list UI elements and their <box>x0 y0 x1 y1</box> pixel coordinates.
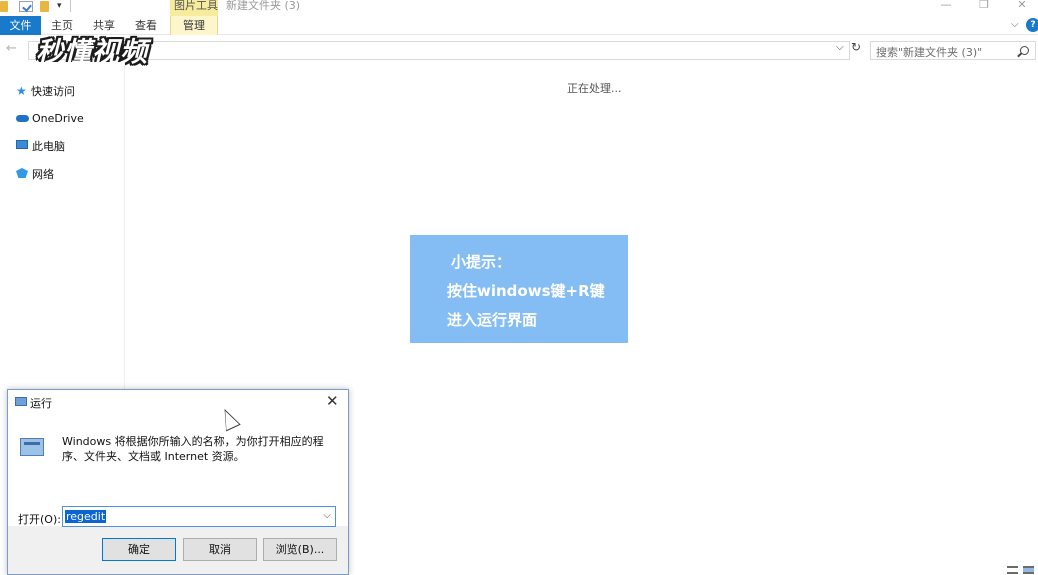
help-icon[interactable]: ? <box>1026 18 1038 32</box>
new-folder-icon[interactable] <box>40 1 49 12</box>
cloud-icon <box>16 115 29 122</box>
run-icon <box>20 438 44 456</box>
run-dialog-titlebar: 运行 ✕ <box>8 390 348 416</box>
tab-manage[interactable]: 管理 <box>170 16 218 35</box>
tip-line: 进入运行界面 <box>447 311 538 329</box>
tip-box: 小提示： 按住windows键+R键 进入运行界面 <box>410 235 628 343</box>
minimize-icon[interactable]: — <box>926 0 966 14</box>
search-icon[interactable] <box>1020 46 1029 55</box>
nav-item-label: 此电脑 <box>32 140 65 153</box>
ok-button[interactable]: 确定 <box>102 538 176 561</box>
browse-button[interactable]: 浏览(B)... <box>263 538 337 561</box>
address-bar[interactable] <box>28 41 850 60</box>
processing-status: 正在处理... <box>567 82 622 95</box>
run-dialog-title: 运行 <box>30 397 52 410</box>
screen: ▾ 图片工具 新建文件夹 (3) — ❐ ✕ 文件 主页 共享 查看 管理 ⌵ … <box>0 0 1038 575</box>
refresh-icon[interactable]: ↻ <box>851 40 861 54</box>
address-row: ← ⌵ ↻ 搜索"新建文件夹 (3)" <box>0 36 1038 62</box>
open-input-value: regedit <box>65 510 107 523</box>
tip-line: 按住windows键+R键 <box>447 282 605 300</box>
open-label: 打开(O): <box>18 513 61 526</box>
explorer-titlebar: ▾ 图片工具 新建文件夹 (3) — ❐ ✕ <box>0 0 1038 16</box>
nav-item-this-pc[interactable]: 此电脑 <box>16 137 65 155</box>
tip-heading: 小提示： <box>451 253 512 271</box>
picture-tools-label: 图片工具 <box>170 0 218 16</box>
nav-item-quick-access[interactable]: ★ 快速访问 <box>16 82 75 100</box>
nav-item-label: 网络 <box>32 168 54 181</box>
star-icon: ★ <box>16 84 27 98</box>
properties-check-icon[interactable] <box>19 1 33 12</box>
cancel-button[interactable]: 取消 <box>183 538 257 561</box>
ribbon-expand-chevron-icon[interactable]: ⌵ <box>1011 19 1019 30</box>
search-placeholder: 搜索"新建文件夹 (3)" <box>876 46 983 59</box>
computer-icon <box>16 140 28 149</box>
large-icons-view-icon[interactable] <box>1023 566 1034 574</box>
divider <box>70 0 71 12</box>
search-input[interactable]: 搜索"新建文件夹 (3)" <box>870 41 1036 60</box>
nav-item-label: 快速访问 <box>31 85 75 98</box>
restore-icon[interactable]: ❐ <box>964 0 1004 14</box>
nav-item-onedrive[interactable]: OneDrive <box>16 109 84 127</box>
quick-access-dropdown-icon[interactable]: ▾ <box>57 1 62 11</box>
ribbon-tabs: 文件 主页 共享 查看 管理 ⌵ ? <box>0 16 1038 35</box>
chevron-down-icon[interactable]: ⌵ <box>323 510 331 521</box>
details-view-icon[interactable] <box>1007 566 1018 574</box>
nav-item-network[interactable]: 网络 <box>16 165 54 183</box>
window-title: 新建文件夹 (3) <box>226 0 301 12</box>
nav-item-label: OneDrive <box>32 111 84 125</box>
tab-file[interactable]: 文件 <box>0 16 41 35</box>
network-icon <box>16 168 28 178</box>
address-history-chevron-icon[interactable]: ⌵ <box>836 42 844 53</box>
run-dialog-body: Windows 将根据你所输入的名称，为你打开相应的程序、文件夹、文档或 Int… <box>8 416 348 527</box>
back-arrow-icon[interactable]: ← <box>6 41 17 56</box>
run-description: Windows 将根据你所输入的名称，为你打开相应的程序、文件夹、文档或 Int… <box>62 435 324 463</box>
run-app-icon <box>15 397 27 406</box>
folder-icon[interactable] <box>0 1 8 12</box>
open-input[interactable]: regedit ⌵ <box>62 506 336 527</box>
close-window-icon[interactable]: ✕ <box>1002 0 1038 14</box>
close-icon[interactable]: ✕ <box>326 392 339 410</box>
run-dialog: 运行 ✕ Windows 将根据你所输入的名称，为你打开相应的程序、文件夹、文档… <box>7 389 349 575</box>
